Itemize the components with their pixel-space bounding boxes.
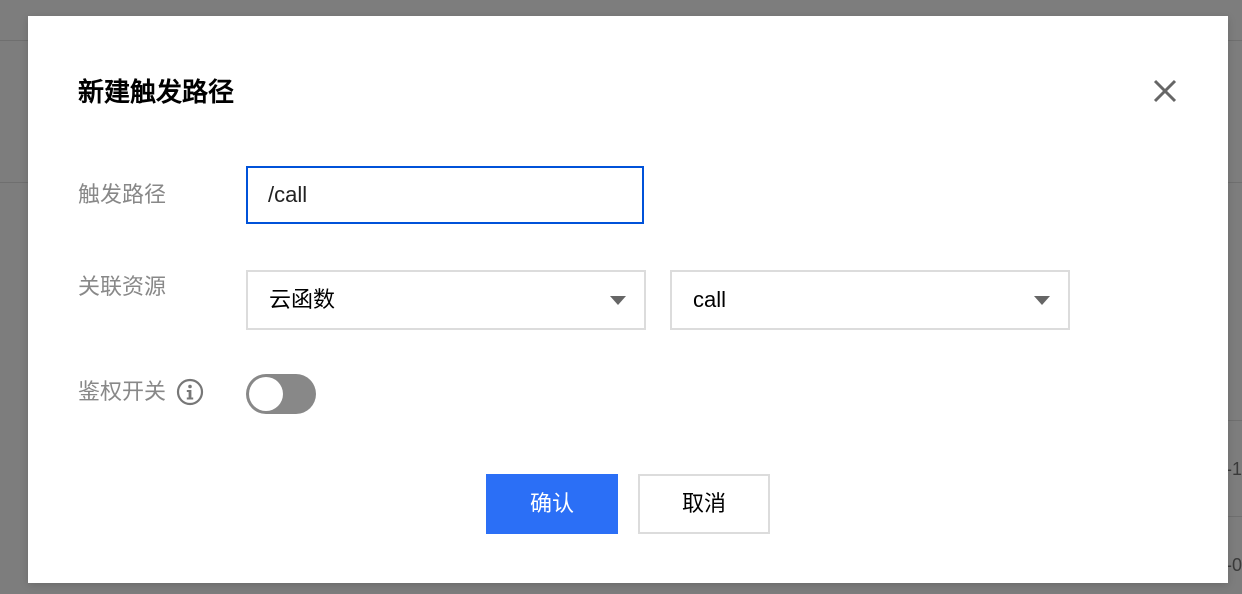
background-divider <box>1228 420 1242 421</box>
path-input[interactable] <box>246 166 644 224</box>
background-divider <box>1228 182 1242 183</box>
resource-name-select[interactable]: call <box>670 270 1070 330</box>
resource-name-value: call <box>693 287 727 312</box>
caret-down-icon <box>610 296 626 305</box>
info-icon[interactable] <box>176 378 204 406</box>
new-trigger-path-dialog: 新建触发路径 触发路径 关联资源 云函数 call 鉴权开关 确认 取消 <box>28 16 1228 583</box>
background-divider <box>0 182 28 183</box>
resource-type-value: 云函数 <box>269 287 336 312</box>
background-text: -1 <box>1226 459 1242 479</box>
close-icon[interactable] <box>1148 74 1182 108</box>
dialog-title: 新建触发路径 <box>78 77 235 107</box>
background-divider <box>1228 40 1242 41</box>
toggle-knob <box>249 377 283 411</box>
caret-down-icon <box>1034 296 1050 305</box>
background-text: -0 <box>1226 555 1242 575</box>
background-divider <box>0 40 28 41</box>
confirm-button[interactable]: 确认 <box>486 474 618 534</box>
cancel-button[interactable]: 取消 <box>638 474 770 534</box>
resource-label: 关联资源 <box>78 274 167 299</box>
background-divider <box>1228 516 1242 517</box>
auth-label: 鉴权开关 <box>78 379 167 404</box>
auth-toggle[interactable] <box>246 374 316 414</box>
resource-type-select[interactable]: 云函数 <box>246 270 646 330</box>
path-label: 触发路径 <box>78 182 167 207</box>
